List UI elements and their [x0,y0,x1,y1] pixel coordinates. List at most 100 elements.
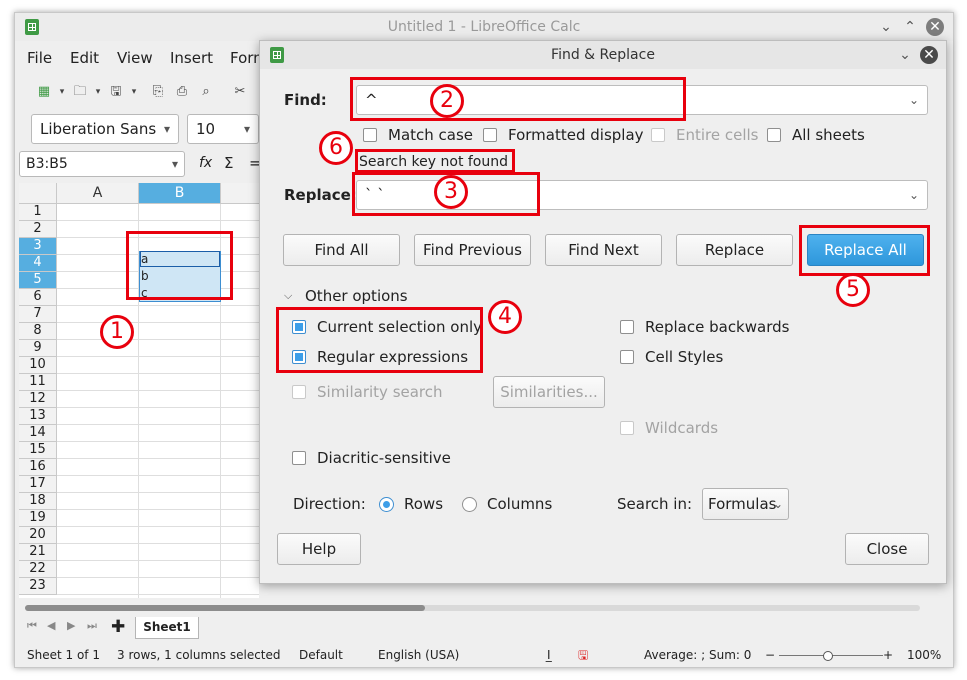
diacritic-sensitive-label[interactable]: Diacritic-sensitive [317,449,451,467]
match-case-checkbox[interactable] [363,128,377,142]
other-options-expander[interactable]: Other options [305,287,408,305]
row-header[interactable]: 18 [19,493,57,510]
row-header[interactable]: 4 [19,255,57,272]
row-header[interactable]: 7 [19,306,57,323]
sheet-tab-sheet1[interactable]: Sheet1 [135,617,199,639]
new-spreadsheet-icon[interactable]: ▦ [35,83,53,101]
row-header[interactable]: 3 [19,238,57,255]
zoom-slider-handle[interactable] [823,651,833,661]
zoom-level[interactable]: 100% [907,643,941,667]
row-header[interactable]: 15 [19,442,57,459]
formatted-display-label[interactable]: Formatted display [508,126,644,144]
row-header[interactable]: 2 [19,221,57,238]
menu-file[interactable]: File [27,49,52,67]
dropdown-arrow-icon[interactable]: ▾ [125,83,143,101]
menu-insert[interactable]: Insert [170,49,213,67]
row-header[interactable]: 13 [19,408,57,425]
all-sheets-label[interactable]: All sheets [792,126,865,144]
similarity-search-checkbox[interactable] [292,385,306,399]
row-header[interactable]: 6 [19,289,57,306]
row-header[interactable]: 11 [19,374,57,391]
sum-icon[interactable]: Σ [224,154,233,172]
entire-cells-label[interactable]: Entire cells [676,126,759,144]
row-header[interactable]: 19 [19,510,57,527]
chevron-up-icon[interactable]: ⌃ [901,18,919,36]
last-sheet-icon[interactable]: ⏭ [87,619,97,633]
search-in-select[interactable]: Formulas ⌄ [702,488,789,520]
previous-sheet-icon[interactable]: ◀ [47,619,55,632]
scrollbar-thumb[interactable] [25,605,425,611]
print-preview-icon[interactable]: ⌕ [197,83,215,101]
name-box[interactable]: B3:B5 ▾ [19,151,185,177]
match-case-label[interactable]: Match case [388,126,473,144]
font-size-combo[interactable]: 10 ▾ [187,114,259,144]
replace-backwards-label[interactable]: Replace backwards [645,318,789,336]
chevron-down-icon[interactable]: ⌄ [909,181,919,209]
font-name-combo[interactable]: Liberation Sans ▾ [31,114,179,144]
status-language[interactable]: English (USA) [378,643,459,667]
wildcards-label[interactable]: Wildcards [645,419,718,437]
column-header-b[interactable]: B [139,183,221,204]
cell-styles-label[interactable]: Cell Styles [645,348,723,366]
row-header[interactable]: 21 [19,544,57,561]
row-header[interactable]: 10 [19,357,57,374]
zoom-out-icon[interactable]: − [765,643,775,667]
find-all-button[interactable]: Find All [283,234,400,266]
row-header[interactable]: 9 [19,340,57,357]
first-sheet-icon[interactable]: ⏮ [27,619,37,633]
row-header[interactable]: 23 [19,578,57,595]
export-pdf-icon[interactable]: ⎘ [149,83,167,101]
help-button[interactable]: Help [277,533,361,565]
add-sheet-icon[interactable]: ✚ [111,617,125,637]
row-header[interactable]: 12 [19,391,57,408]
row-header[interactable]: 1 [19,204,57,221]
close-button[interactable]: Close [845,533,929,565]
diacritic-sensitive-checkbox[interactable] [292,451,306,465]
formatted-display-checkbox[interactable] [483,128,497,142]
status-page-style[interactable]: Default [299,643,343,667]
chevron-down-icon[interactable]: ⌄ [909,86,919,114]
dropdown-arrow-icon[interactable]: ▾ [89,83,107,101]
find-next-button[interactable]: Find Next [545,234,662,266]
dropdown-arrow-icon[interactable]: ▾ [53,83,71,101]
rows-radio-label[interactable]: Rows [404,495,443,513]
rows-radio[interactable] [379,497,394,512]
column-header-a[interactable]: A [57,183,139,204]
all-sheets-checkbox[interactable] [767,128,781,142]
function-wizard-icon[interactable]: fx [199,155,212,171]
chevron-down-icon[interactable]: ⌵ [284,289,292,303]
row-header[interactable]: 8 [19,323,57,340]
row-header[interactable]: 20 [19,527,57,544]
find-previous-button[interactable]: Find Previous [414,234,531,266]
open-folder-icon[interactable]: 🗀 [71,83,89,101]
cell-styles-checkbox[interactable] [620,350,634,364]
cut-icon[interactable]: ✂ [231,83,249,101]
chevron-down-icon[interactable]: ⌄ [877,18,895,36]
corner-select-all[interactable] [19,183,57,204]
next-sheet-icon[interactable]: ▶ [67,619,75,632]
replace-button[interactable]: Replace [676,234,793,266]
close-icon[interactable]: ✕ [926,18,944,36]
similarities-button[interactable]: Similarities... [493,376,605,408]
column-header-c[interactable] [221,183,259,204]
entire-cells-checkbox[interactable] [651,128,665,142]
row-header[interactable]: 22 [19,561,57,578]
similarity-search-label[interactable]: Similarity search [317,383,443,401]
zoom-in-icon[interactable]: + [883,643,893,667]
grid-line [57,322,259,323]
row-header[interactable]: 5 [19,272,57,289]
row-header[interactable]: 16 [19,459,57,476]
row-header[interactable]: 17 [19,476,57,493]
close-icon[interactable]: ✕ [920,46,938,64]
horizontal-scrollbar[interactable] [25,605,920,611]
wildcards-checkbox[interactable] [620,421,634,435]
chevron-down-icon[interactable]: ⌄ [896,46,914,64]
print-icon[interactable]: ⎙ [173,83,191,101]
menu-view[interactable]: View [117,49,153,67]
columns-radio-label[interactable]: Columns [487,495,552,513]
row-header[interactable]: 14 [19,425,57,442]
columns-radio[interactable] [462,497,477,512]
menu-edit[interactable]: Edit [70,49,99,67]
replace-backwards-checkbox[interactable] [620,320,634,334]
save-icon[interactable]: 🖫 [107,83,125,101]
